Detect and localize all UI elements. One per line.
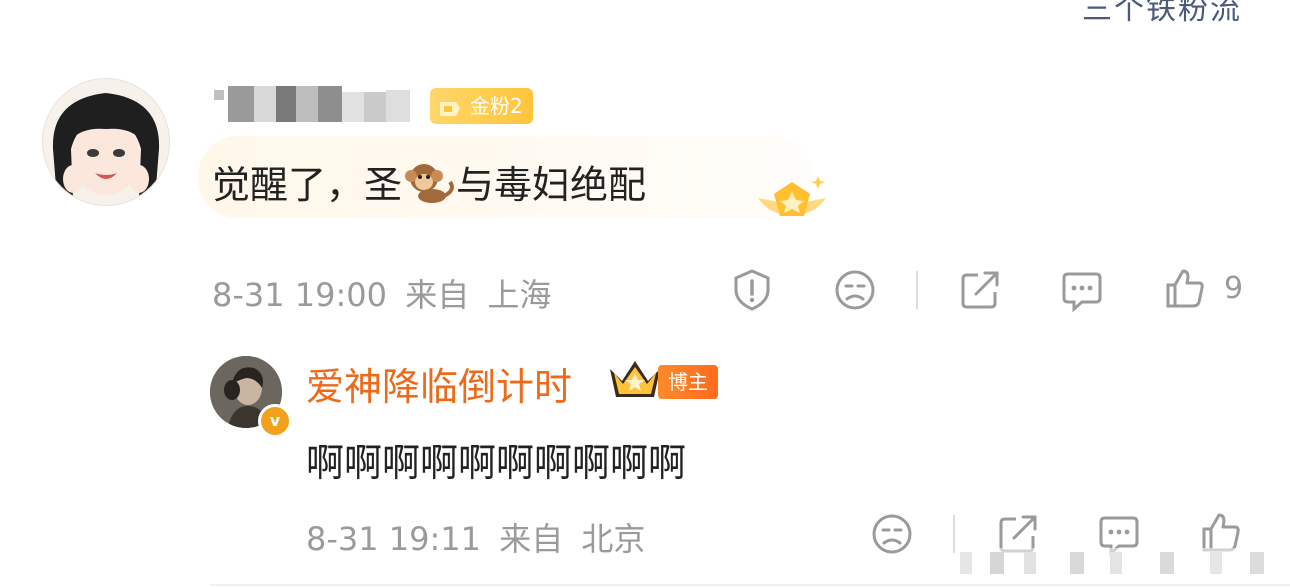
comment-meta: 8-31 19:00 来自 上海 [212,270,559,316]
reply-timestamp: 8-31 19:11 [306,520,482,558]
thumbs-up-icon[interactable] [1162,266,1206,310]
comment-text-after: 与毒妇绝配 [456,163,647,207]
wing-star-badge-icon [752,172,832,228]
blogger-badge: 博主 [658,365,718,399]
pixelated-overlay [960,548,1280,578]
comment-icon[interactable] [1060,268,1104,313]
flag-icon [438,95,462,117]
report-icon[interactable] [730,268,774,312]
gold-fan-badge: 金粉2 [430,88,533,124]
divider [916,271,918,309]
comment-text: 觉醒了，圣 与毒妇绝配 [212,154,646,209]
reply-divider [953,515,955,553]
sad-face-icon[interactable] [833,268,877,312]
gold-fan-badge-label: 金粉2 [470,94,523,118]
reply-sad-face-icon[interactable] [870,512,914,556]
comment-location-prefix: 来自 [405,276,470,314]
like-count: 9 [1224,271,1244,306]
reply-location-prefix: 来自 [499,520,564,558]
commenter-avatar[interactable] [42,78,170,206]
monkey-emoji-icon [402,160,456,204]
reply-author-name[interactable]: 爱神降临倒计时 [306,356,572,411]
reply-location: 北京 [581,520,646,558]
reply-text: 啊啊啊啊啊啊啊啊啊啊 [306,441,687,485]
commenter-name-blurred[interactable] [210,86,416,124]
fans-label: 三个铁粉流 [1082,0,1242,27]
crown-icon [606,357,664,401]
reply-meta: 8-31 19:11 来自 北京 [306,514,653,560]
share-icon[interactable] [958,268,1002,312]
comment-location: 上海 [487,276,552,314]
divider-line [210,584,1290,586]
comment-timestamp: 8-31 19:00 [212,276,388,314]
verified-badge-icon: v [258,404,292,438]
comment-text-before: 觉醒了，圣 [212,163,403,207]
